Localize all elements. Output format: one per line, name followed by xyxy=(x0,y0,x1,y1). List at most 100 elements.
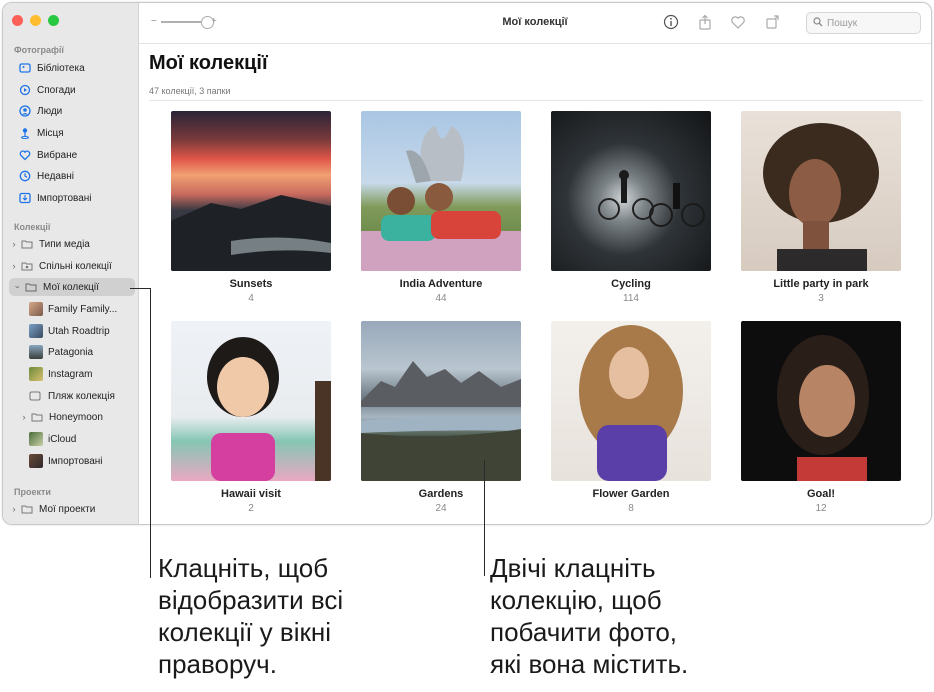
collection-thumbnail[interactable] xyxy=(361,321,521,481)
heart-icon xyxy=(19,149,31,161)
people-icon xyxy=(19,105,31,117)
sidebar-item-label: Імпортовані xyxy=(48,455,103,467)
collection-card[interactable]: Flower Garden 8 xyxy=(551,321,711,514)
callout-left-line: Клацніть, щоб xyxy=(158,553,329,583)
folder-icon xyxy=(31,411,43,423)
section-projects: Проекти xyxy=(14,487,51,497)
sidebar-item-people[interactable]: Люди xyxy=(19,102,62,120)
photos-window: Фотографії Бібліотека Спогади Люди Місця… xyxy=(2,2,932,525)
album-thumbnail xyxy=(29,302,43,316)
rotate-icon[interactable] xyxy=(765,14,781,30)
sidebar-album-icloud[interactable]: iCloud xyxy=(29,430,76,448)
folder-icon xyxy=(21,238,33,250)
collection-count: 2 xyxy=(248,503,254,514)
minimize-button[interactable] xyxy=(30,15,41,26)
sidebar-item-label: Honeymoon xyxy=(49,411,103,423)
sidebar-item-label: Типи медіа xyxy=(39,238,90,250)
collection-card[interactable]: India Adventure 44 xyxy=(361,111,521,304)
main-content: Мої колекції 47 колекції, 3 папки Sunset… xyxy=(139,44,931,524)
sidebar-item-label: Недавні xyxy=(37,170,75,182)
section-photos: Фотографії xyxy=(14,45,64,55)
clock-icon xyxy=(19,170,31,182)
sidebar-item-label: Бібліотека xyxy=(37,62,85,74)
collection-card[interactable]: Little party in park 3 xyxy=(741,111,901,304)
page-subtitle: 47 колекції, 3 папки xyxy=(149,86,231,96)
import-icon xyxy=(19,192,31,204)
collection-count: 4 xyxy=(248,293,254,304)
collection-count: 3 xyxy=(818,293,824,304)
collection-count: 44 xyxy=(435,293,447,304)
sidebar-item-places[interactable]: Місця xyxy=(19,124,64,142)
collection-count: 12 xyxy=(815,503,827,514)
collection-card[interactable]: Sunsets 4 xyxy=(171,111,331,304)
callout-right-line: побачити фото, xyxy=(490,617,678,647)
sidebar-item-label: Мої проекти xyxy=(39,503,96,515)
collection-thumbnail[interactable] xyxy=(741,111,901,271)
album-thumbnail xyxy=(29,432,43,446)
smart-album-icon xyxy=(29,390,41,402)
share-icon[interactable] xyxy=(697,14,713,30)
sidebar-item-library[interactable]: Бібліотека xyxy=(19,59,85,77)
sidebar-item-media-types[interactable]: › Типи медіа xyxy=(9,235,90,253)
toolbar: − + Мої колекції Пошук xyxy=(139,3,931,44)
callout-line-right-vertical xyxy=(484,460,485,576)
sidebar-item-label: Спільні колекції xyxy=(39,260,112,272)
close-button[interactable] xyxy=(12,15,23,26)
album-thumbnail xyxy=(29,367,43,381)
sidebar-album-beach[interactable]: Пляж колекція xyxy=(29,387,115,405)
sidebar-item-shared-collections[interactable]: › Спільні колекції xyxy=(9,257,112,275)
places-icon xyxy=(19,127,31,139)
sidebar-album-imports[interactable]: Імпортовані xyxy=(29,452,103,470)
sidebar-item-label: Мої колекції xyxy=(43,281,99,293)
sidebar-item-recents[interactable]: Недавні xyxy=(19,167,74,185)
callout-left-line: колекції у вікні xyxy=(158,617,331,647)
sidebar-item-imports[interactable]: Імпортовані xyxy=(19,189,92,207)
chevron-right-icon[interactable]: › xyxy=(9,239,19,249)
folder-icon xyxy=(21,503,33,515)
memories-icon xyxy=(19,84,31,96)
shared-folder-icon xyxy=(21,260,33,272)
collection-count: 8 xyxy=(628,503,634,514)
search-icon xyxy=(813,16,823,30)
chevron-right-icon[interactable]: › xyxy=(9,261,19,271)
collection-thumbnail[interactable] xyxy=(171,321,331,481)
sidebar-item-label: Люди xyxy=(37,105,63,117)
sidebar-item-label: Instagram xyxy=(48,368,93,380)
search-placeholder: Пошук xyxy=(827,17,858,29)
info-icon[interactable] xyxy=(663,14,679,30)
sidebar-item-label: Спогади xyxy=(37,84,76,96)
sidebar-item-my-projects[interactable]: › Мої проекти xyxy=(9,500,96,518)
collection-card[interactable]: Gardens 24 xyxy=(361,321,521,514)
search-field[interactable]: Пошук xyxy=(806,12,921,34)
sidebar-item-favorites[interactable]: Вибране xyxy=(19,146,77,164)
collection-card[interactable]: Hawaii visit 2 xyxy=(171,321,331,514)
chevron-down-icon[interactable]: › xyxy=(13,282,23,292)
collection-thumbnail[interactable] xyxy=(551,111,711,271)
sidebar-album-utah[interactable]: Utah Roadtrip xyxy=(29,322,110,340)
collection-card[interactable]: Cycling 114 xyxy=(551,111,711,304)
collection-name: Little party in park xyxy=(773,278,869,290)
sidebar-album-instagram[interactable]: Instagram xyxy=(29,365,92,383)
sidebar-album-patagonia[interactable]: Patagonia xyxy=(29,343,93,361)
collection-card[interactable]: Goal! 12 xyxy=(741,321,901,514)
sidebar-item-memories[interactable]: Спогади xyxy=(19,81,76,99)
collection-name: Gardens xyxy=(418,488,464,500)
collection-thumbnail[interactable] xyxy=(551,321,711,481)
collection-thumbnail[interactable] xyxy=(741,321,901,481)
collection-name: Hawaii visit xyxy=(221,488,281,500)
zoom-button[interactable] xyxy=(48,15,59,26)
chevron-right-icon[interactable]: › xyxy=(9,504,19,514)
sidebar-item-my-collections[interactable]: › Мої колекції xyxy=(9,278,135,296)
chevron-right-icon[interactable]: › xyxy=(19,412,29,422)
heart-icon[interactable] xyxy=(730,14,746,30)
sidebar-item-label: Family Family... xyxy=(48,303,118,315)
page-title: Мої колекції xyxy=(149,52,268,74)
sidebar-item-label: Місця xyxy=(37,127,64,139)
folder-icon xyxy=(25,281,37,293)
sidebar-album-family[interactable]: Family Family... xyxy=(29,300,117,318)
collection-thumbnail[interactable] xyxy=(361,111,521,271)
sidebar-folder-honeymoon[interactable]: › Honeymoon xyxy=(19,408,103,426)
collection-name: Flower Garden xyxy=(592,488,670,500)
collection-thumbnail[interactable] xyxy=(171,111,331,271)
callout-right-line: колекцію, щоб xyxy=(490,585,662,615)
